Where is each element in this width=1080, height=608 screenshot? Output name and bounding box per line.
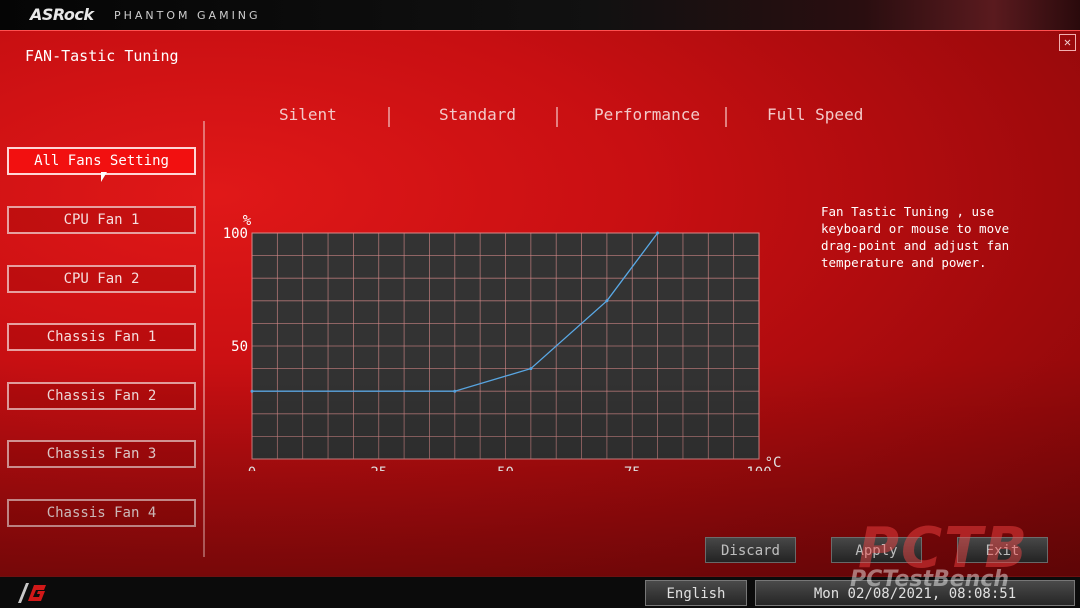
chart-drag-point[interactable] — [529, 367, 533, 371]
phantom-gaming-logo-icon — [18, 583, 46, 603]
sidebar-item-cpu-fan-1[interactable]: CPU Fan 1 — [7, 206, 196, 234]
preset-divider — [388, 107, 390, 127]
discard-button[interactable]: Discard — [705, 537, 796, 563]
page-title: FAN-Tastic Tuning — [25, 47, 179, 65]
brand-sub-logo: PHANTOM GAMING — [114, 9, 261, 22]
chart-y-tick-label: 50 — [231, 339, 248, 355]
chart-drag-point[interactable] — [453, 389, 457, 393]
close-icon[interactable]: ✕ — [1059, 34, 1076, 51]
preset-full-speed[interactable]: Full Speed — [767, 105, 863, 124]
preset-divider — [725, 107, 727, 127]
sidebar-item-chassis-fan-4[interactable]: Chassis Fan 4 — [7, 499, 196, 527]
top-bar: ASRock PHANTOM GAMING — [0, 0, 1080, 30]
preset-standard[interactable]: Standard — [439, 105, 516, 124]
preset-performance[interactable]: Performance — [594, 105, 700, 124]
sidebar-item-cpu-fan-2[interactable]: CPU Fan 2 — [7, 265, 196, 293]
chart-drag-point[interactable] — [605, 299, 609, 303]
watermark-text: PCTestBench — [850, 567, 1010, 592]
preset-divider — [556, 107, 558, 127]
sidebar-item-chassis-fan-2[interactable]: Chassis Fan 2 — [7, 382, 196, 410]
preset-silent[interactable]: Silent — [279, 105, 337, 124]
main-panel: FAN-Tastic Tuning ✕ Silent Standard Perf… — [0, 30, 1080, 576]
chart-x-tick-label: 75 — [624, 465, 641, 471]
mouse-cursor-icon — [101, 172, 107, 182]
language-button[interactable]: English — [645, 580, 747, 606]
chart-x-tick-label: 0 — [248, 465, 256, 471]
chart-x-tick-label: 50 — [497, 465, 514, 471]
brand-logo: ASRock — [30, 5, 94, 24]
chart-y-axis-label: % — [243, 213, 252, 229]
fan-curve-svg[interactable]: 025507510050100%°C — [205, 171, 805, 471]
chart-x-axis-label: °C — [765, 455, 782, 471]
sidebar-item-chassis-fan-3[interactable]: Chassis Fan 3 — [7, 440, 196, 468]
help-text: Fan Tastic Tuning , use keyboard or mous… — [821, 204, 1010, 270]
sidebar-item-chassis-fan-1[interactable]: Chassis Fan 1 — [7, 323, 196, 351]
sidebar-item-all-fans[interactable]: All Fans Setting — [7, 147, 196, 175]
chart-drag-point[interactable] — [250, 389, 254, 393]
chart-x-tick-label: 25 — [370, 465, 387, 471]
fan-curve-chart[interactable]: 025507510050100%°C — [205, 171, 805, 471]
chart-drag-point[interactable] — [656, 231, 660, 235]
